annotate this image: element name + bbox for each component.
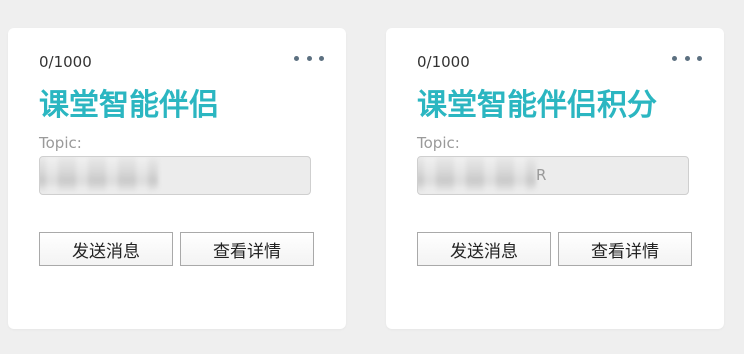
redacted-text [40,157,158,191]
topic-label: Topic: [39,134,82,152]
topic-value: R [536,166,547,184]
more-options-icon[interactable] [294,51,324,65]
redacted-text [418,157,536,191]
topic-label: Topic: [417,134,460,152]
send-message-button[interactable]: 发送消息 [417,232,551,266]
send-message-button[interactable]: 发送消息 [39,232,173,266]
dot-icon [294,55,299,61]
card-title: 课堂智能伴侣积分 [417,88,657,123]
dot-icon [319,55,324,61]
view-details-button[interactable]: 查看详情 [558,232,692,266]
agent-card: 0/1000 课堂智能伴侣 Topic: 发送消息 查看详情 [8,28,346,329]
dot-icon [672,55,677,61]
message-count: 0/1000 [39,53,92,71]
dot-icon [684,55,690,61]
message-count: 0/1000 [417,53,470,71]
dot-icon [697,55,702,61]
view-details-button[interactable]: 查看详情 [180,232,314,266]
card-title: 课堂智能伴侣 [39,88,219,123]
agent-card: 0/1000 课堂智能伴侣积分 Topic: R 发送消息 查看详情 [386,28,724,329]
topic-field[interactable]: R [417,156,689,195]
topic-field[interactable] [39,156,311,195]
dot-icon [306,55,312,61]
more-options-icon[interactable] [672,51,702,65]
